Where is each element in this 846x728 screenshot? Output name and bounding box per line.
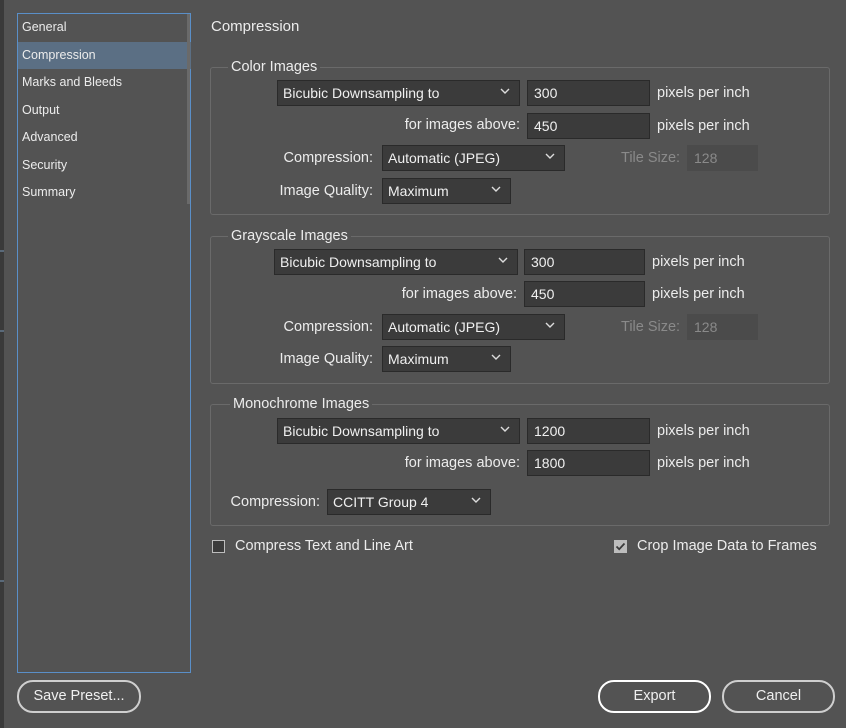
grayscale-above-unit: pixels per inch xyxy=(652,286,745,302)
grayscale-tile-size-label: Tile Size: xyxy=(621,319,681,335)
cancel-button[interactable]: Cancel xyxy=(722,680,835,713)
category-list: General Compression Marks and Bleeds Out… xyxy=(17,13,191,673)
grayscale-compression-value: Automatic (JPEG) xyxy=(388,319,501,335)
chevron-down-icon xyxy=(545,153,555,159)
background-window-line xyxy=(0,580,4,582)
crop-image-data-label[interactable]: Crop Image Data to Frames xyxy=(637,538,817,554)
monochrome-compression-label: Compression: xyxy=(230,494,320,510)
grayscale-compression-dropdown[interactable]: Automatic (JPEG) xyxy=(382,314,565,340)
background-window-line xyxy=(0,330,4,332)
background-window-edge xyxy=(0,0,4,728)
export-button[interactable]: Export xyxy=(598,680,711,713)
color-ppi-unit: pixels per inch xyxy=(657,85,750,101)
grayscale-above-field[interactable]: 450 xyxy=(524,281,645,307)
grayscale-quality-label: Image Quality: xyxy=(279,351,374,367)
color-downsampling-value: Bicubic Downsampling to xyxy=(283,85,440,101)
grayscale-above-label: for images above: xyxy=(401,286,517,302)
chevron-down-icon xyxy=(498,257,508,263)
color-compression-label: Compression: xyxy=(283,150,373,166)
grayscale-quality-dropdown[interactable]: Maximum xyxy=(382,346,511,372)
grayscale-images-title: Grayscale Images xyxy=(228,228,351,244)
color-quality-dropdown[interactable]: Maximum xyxy=(382,178,511,204)
sidebar-item-output[interactable]: Output xyxy=(18,97,191,124)
monochrome-above-field[interactable]: 1800 xyxy=(527,450,650,476)
crop-image-data-checkbox[interactable] xyxy=(614,540,627,553)
color-compression-dropdown[interactable]: Automatic (JPEG) xyxy=(382,145,565,171)
monochrome-ppi-unit: pixels per inch xyxy=(657,423,750,439)
grayscale-ppi-unit: pixels per inch xyxy=(652,254,745,270)
chevron-down-icon xyxy=(545,322,555,328)
background-window-line xyxy=(0,250,4,252)
grayscale-downsampling-dropdown[interactable]: Bicubic Downsampling to xyxy=(274,249,518,275)
save-preset-button[interactable]: Save Preset... xyxy=(17,680,141,713)
sidebar-scrollbar[interactable] xyxy=(187,14,190,204)
grayscale-tile-size-field: 128 xyxy=(687,314,758,340)
page-title: Compression xyxy=(211,18,300,35)
color-ppi-field[interactable]: 300 xyxy=(527,80,650,106)
monochrome-compression-dropdown[interactable]: CCITT Group 4 xyxy=(327,489,491,515)
color-above-label: for images above: xyxy=(404,117,520,133)
color-above-unit: pixels per inch xyxy=(657,118,750,134)
sidebar-item-security[interactable]: Security xyxy=(18,152,191,179)
color-tile-size-field: 128 xyxy=(687,145,758,171)
chevron-down-icon xyxy=(491,354,501,360)
color-downsampling-dropdown[interactable]: Bicubic Downsampling to xyxy=(277,80,520,106)
compress-text-checkbox[interactable] xyxy=(212,540,225,553)
sidebar-item-marks-and-bleeds[interactable]: Marks and Bleeds xyxy=(18,69,191,96)
compress-text-label[interactable]: Compress Text and Line Art xyxy=(235,538,413,554)
grayscale-quality-value: Maximum xyxy=(388,351,449,367)
monochrome-ppi-field[interactable]: 1200 xyxy=(527,418,650,444)
monochrome-above-unit: pixels per inch xyxy=(657,455,750,471)
chevron-down-icon xyxy=(491,186,501,192)
grayscale-downsampling-value: Bicubic Downsampling to xyxy=(280,254,437,270)
color-tile-size-label: Tile Size: xyxy=(621,150,681,166)
monochrome-downsampling-dropdown[interactable]: Bicubic Downsampling to xyxy=(277,418,520,444)
monochrome-images-title: Monochrome Images xyxy=(230,396,373,412)
grayscale-compression-label: Compression: xyxy=(283,319,373,335)
monochrome-downsampling-value: Bicubic Downsampling to xyxy=(283,423,440,439)
grayscale-ppi-field[interactable]: 300 xyxy=(524,249,645,275)
monochrome-compression-value: CCITT Group 4 xyxy=(333,494,429,510)
sidebar-item-summary[interactable]: Summary xyxy=(18,179,191,206)
color-quality-label: Image Quality: xyxy=(279,183,374,199)
chevron-down-icon xyxy=(500,426,510,432)
checkmark-icon xyxy=(615,542,626,551)
color-quality-value: Maximum xyxy=(388,183,449,199)
chevron-down-icon xyxy=(500,88,510,94)
color-compression-value: Automatic (JPEG) xyxy=(388,150,501,166)
chevron-down-icon xyxy=(471,497,481,503)
color-images-title: Color Images xyxy=(228,59,321,75)
sidebar-item-advanced[interactable]: Advanced xyxy=(18,124,191,151)
color-above-field[interactable]: 450 xyxy=(527,113,650,139)
monochrome-above-label: for images above: xyxy=(404,455,520,471)
sidebar-item-general[interactable]: General xyxy=(18,14,191,41)
sidebar-item-compression[interactable]: Compression xyxy=(18,42,191,69)
